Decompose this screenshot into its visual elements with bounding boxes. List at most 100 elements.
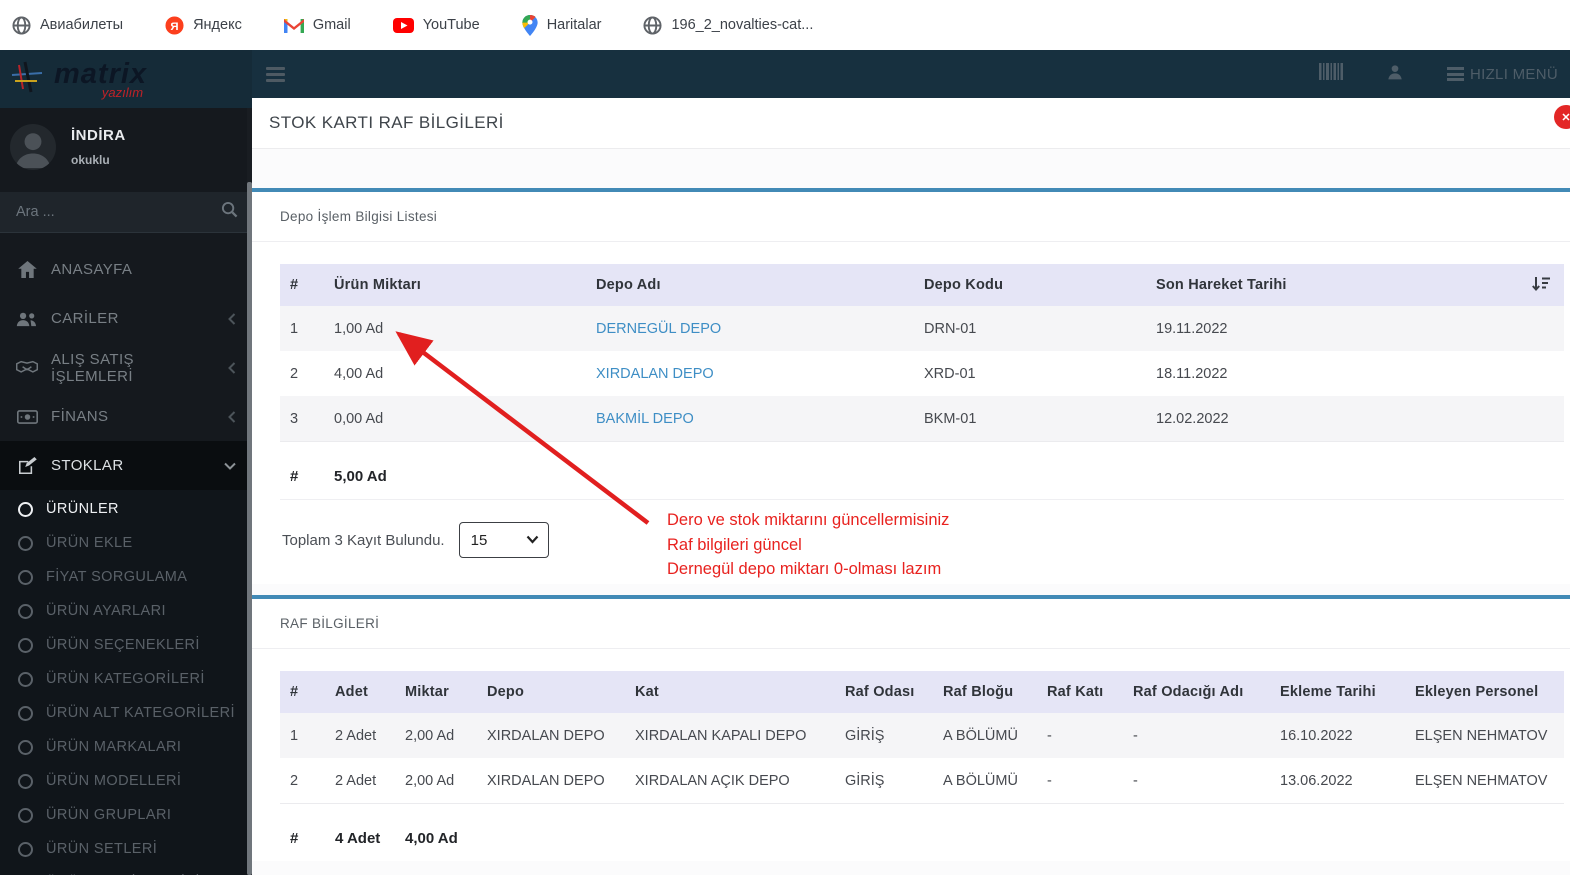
bookmark-novalties[interactable]: 196_2_novalties-cat... (643, 15, 814, 35)
total-cell: # (290, 830, 299, 847)
sidebar-subitem[interactable]: ÜRÜN SEÇENEKLERİ (0, 628, 252, 662)
sidebar-item-stoklar[interactable]: STOKLAR (0, 441, 252, 490)
close-icon[interactable]: ✕ (1554, 105, 1570, 129)
page-size-select[interactable]: 15 (458, 522, 549, 558)
table-row: 1 2 Adet 2,00 Ad XIRDALAN DEPO XIRDALAN KAPA… (280, 713, 1564, 758)
quick-menu-button[interactable]: HIZLI MENÜ (1446, 65, 1558, 84)
table-row: 22 Adet 2,00 Ad XIRDALAN DEPO XIRDALAN AÇIK… (280, 758, 1564, 804)
table-cell: ELŞEN NEHMATOV (1415, 727, 1548, 744)
sidebar-subitem[interactable]: ÜRÜN MARKALARI (0, 730, 252, 764)
chevron-left-icon (228, 410, 236, 423)
chevron-down-icon (526, 535, 538, 544)
table-cell: 1,00 Ad (334, 320, 384, 337)
bookmark-yandex[interactable]: Я Яндекс (165, 15, 242, 35)
record-count-text: Toplam 3 Kayıt Bulundu. (282, 531, 445, 549)
sidebar-item-cariler[interactable]: CARİLER (0, 294, 252, 343)
table-cell: 2 (280, 758, 325, 804)
sidebar-subitem[interactable]: ÜRÜN MODELLERİ (0, 764, 252, 798)
app-logo[interactable]: matrix yazılım (0, 50, 252, 108)
column-header: # (280, 671, 325, 713)
sidebar-subitem[interactable]: ÜRÜN KATEGORİLERİ (0, 662, 252, 696)
table-row: 1 1,00 Ad DERNEGÜL DEPO DRN-01 19.11.2022 (280, 306, 1564, 351)
table-cell: DERNEGÜL DEPO (586, 306, 914, 351)
bookmark-aviabilety[interactable]: Авиабилеты (12, 15, 124, 35)
sidebar-submenu: ÜRÜNLER ÜRÜN EKLE FİYAT SORGULAMA ÜRÜN AYAR… (0, 490, 252, 875)
sidebar-item-finans[interactable]: FİNANS (0, 392, 252, 441)
bookmark-haritalar[interactable]: Haritalar (522, 14, 602, 36)
depot-link[interactable]: DERNEGÜL DEPO (596, 321, 721, 337)
table-cell: - (1123, 758, 1270, 804)
sidebar-subitem[interactable]: FİYAT SORGULAMA (0, 560, 252, 594)
edit-icon (16, 457, 38, 474)
bookmark-youtube[interactable]: YouTube (392, 17, 480, 33)
page-size-value: 15 (470, 531, 488, 549)
shelf-card-body: # Adet Miktar Depo Kat Raf Odası Raf Bloğu Raf … (252, 649, 1570, 861)
column-header: # (280, 264, 324, 306)
sidebar-scrollbar-thumb[interactable] (247, 182, 252, 875)
sidebar-search (0, 192, 252, 233)
bookmarks-bar: Авиабилеты Я Яндекс Gmail YouTube Harita… (0, 0, 1570, 50)
total-cell (1037, 804, 1123, 862)
user-subtitle: okuklu (71, 153, 110, 167)
sidebar-subitem[interactable]: ÜRÜN EKLE (0, 526, 252, 560)
table-cell: 13.06.2022 (1270, 758, 1405, 804)
avatar[interactable] (10, 124, 56, 170)
bookmark-gmail[interactable]: Gmail (283, 17, 351, 33)
total-cell (835, 804, 933, 862)
sidebar: matrix yazılım İNDİRA okuklu ANASAYFA (0, 50, 252, 875)
table-cell: 1 (290, 727, 299, 744)
menu-label: FİNANS (51, 408, 109, 425)
sidebar-subitem[interactable]: ÜRÜN GRUPLARI (0, 798, 252, 832)
table-cell: 2,00 Ad (395, 758, 477, 804)
depot-link[interactable]: BAKMİL DEPO (596, 411, 694, 427)
sort-icon[interactable] (1532, 276, 1550, 297)
table-cell: XIRDALAN KAPALI DEPO (635, 727, 807, 744)
sidebar-subitem[interactable]: ÜRÜN AYARLARI (0, 594, 252, 628)
total-cell: 4 Adet (335, 830, 381, 847)
table-cell: - (1047, 727, 1052, 744)
circle-icon (18, 739, 33, 755)
depot-link[interactable]: XIRDALAN DEPO (596, 366, 714, 382)
hamburger-menu-icon[interactable] (266, 64, 285, 85)
circle-icon (18, 841, 33, 857)
search-icon[interactable] (221, 201, 238, 223)
bookmark-label: Яндекс (193, 17, 242, 33)
table-cell: 1 (290, 320, 299, 337)
circle-icon (18, 501, 33, 517)
sidebar-item-anasayfa[interactable]: ANASAYFA (0, 245, 252, 294)
table-cell: 16.10.2022 (1280, 727, 1353, 744)
user-icon[interactable] (1387, 64, 1403, 85)
table-cell: A BÖLÜMÜ (943, 727, 1018, 744)
column-header: Raf Odacığı Adı (1123, 671, 1270, 713)
table-cell: 12.02.2022 (1146, 396, 1486, 442)
submenu-label: ÜRÜN SETLERİ (46, 841, 158, 857)
logo-text: matrix yazılım (54, 59, 147, 99)
sidebar-subitem[interactable]: ÜRÜN ALT KATEGORİLERİ (0, 696, 252, 730)
search-input[interactable] (14, 203, 221, 221)
total-cell (477, 804, 625, 862)
circle-icon (18, 637, 33, 653)
sidebar-item-alis-satis[interactable]: ALIŞ SATIŞ İŞLEMLERİ (0, 343, 252, 392)
table-cell (1486, 306, 1564, 351)
table-cell: - (1037, 758, 1123, 804)
bookmark-label: Haritalar (546, 17, 602, 33)
sidebar-menu: ANASAYFA CARİLER ALIŞ SATIŞ İŞLEMLERİ Fİ… (0, 245, 252, 490)
total-cell (1146, 441, 1486, 500)
barcode-icon[interactable] (1318, 63, 1343, 85)
depot-table: # Ürün Miktarı Depo Adı Depo Kodu Son Hareke… (280, 264, 1564, 500)
page-title: STOK KARTI RAF BİLGİLERİ (269, 113, 504, 132)
total-cell: # (280, 441, 324, 500)
submenu-label: ÜRÜN ALT KATEGORİLERİ (46, 705, 235, 721)
menu-label: CARİLER (51, 310, 119, 327)
sidebar-subitem[interactable]: ÜRÜN SETLERİ (0, 832, 252, 866)
column-header: Ekleyen Personel (1405, 671, 1564, 713)
sidebar-subitem[interactable]: ÜRÜN TESLİM TAKİBİ (0, 866, 252, 875)
table-cell: ELŞEN NEHMATOV (1405, 758, 1564, 804)
sidebar-subitem[interactable]: ÜRÜNLER (0, 492, 252, 526)
depot-card-footer: Toplam 3 Kayıt Bulundu. 15 (252, 500, 1570, 584)
bookmark-label: Авиабилеты (40, 17, 124, 33)
menu-label: ANASAYFA (51, 261, 133, 278)
bookmark-label: 196_2_novalties-cat... (671, 17, 814, 33)
table-cell: BKM-01 (914, 396, 1146, 442)
